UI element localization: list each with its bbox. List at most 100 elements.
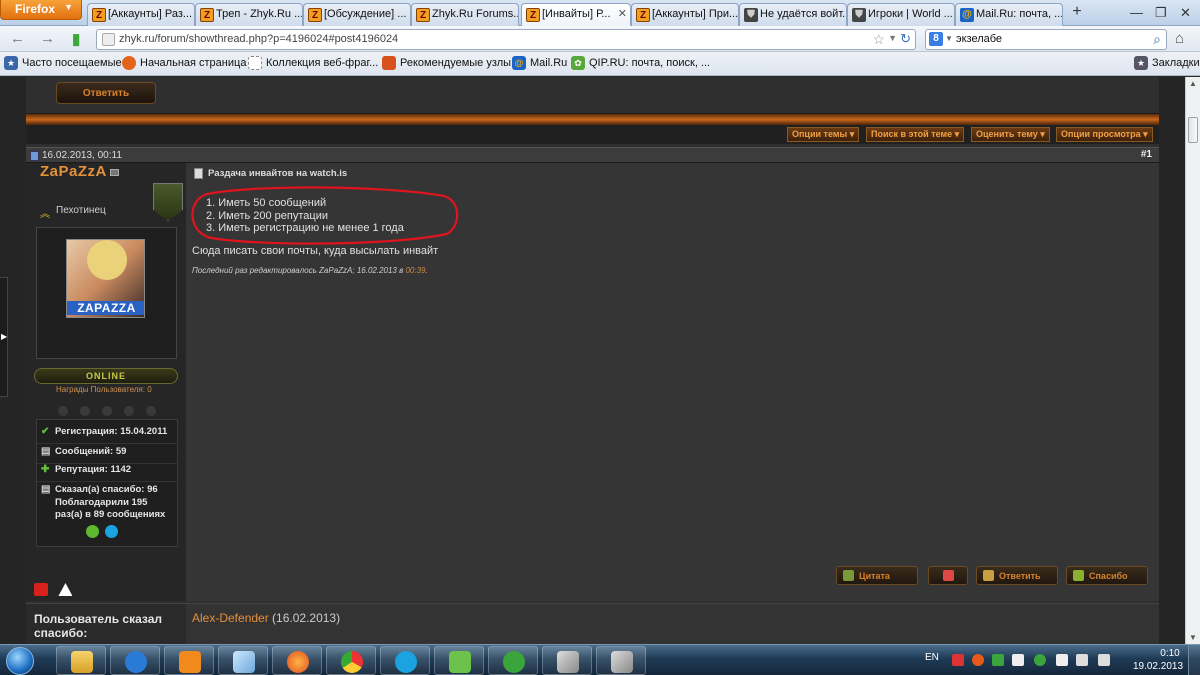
signal-icon[interactable]: ▮ bbox=[72, 30, 80, 48]
online-status-badge: ONLINE bbox=[34, 368, 178, 384]
tray-app-icon[interactable] bbox=[992, 654, 1004, 666]
close-window-icon[interactable]: ✕ bbox=[1180, 5, 1191, 21]
bookmark-home[interactable]: Начальная страница bbox=[122, 56, 247, 70]
taskbar-chrome[interactable] bbox=[326, 646, 376, 675]
page-viewport: ▶ Ответить Опции темы ▾ Поиск в этой тем… bbox=[0, 77, 1185, 644]
username-link[interactable]: ZaPaZzA bbox=[40, 163, 119, 180]
search-thread-menu[interactable]: Поиск в этой теме ▾ bbox=[866, 127, 965, 142]
thanks-button[interactable]: Спасибо bbox=[1066, 566, 1148, 585]
bookmarks-menu[interactable]: ★ Закладки bbox=[1134, 56, 1200, 70]
bookmark-webslices[interactable]: Коллекция веб-фраг... bbox=[248, 56, 379, 70]
report-post-icon[interactable] bbox=[34, 583, 48, 596]
bookmark-suggested[interactable]: Рекомендуемые узлы bbox=[382, 56, 511, 70]
utorrent-icon bbox=[503, 651, 525, 673]
media-player-icon bbox=[179, 651, 201, 673]
taskbar-firefox[interactable] bbox=[272, 646, 322, 675]
avatar[interactable]: ZAPAZZA bbox=[66, 239, 145, 318]
search-bar[interactable]: 8 ▼ экзелабе ⌕ bbox=[925, 29, 1167, 50]
bookmark-label: Начальная страница bbox=[140, 57, 247, 69]
reply-button-top[interactable]: Ответить bbox=[56, 82, 156, 104]
post-number-link[interactable]: #1 bbox=[1141, 149, 1152, 160]
tab-2[interactable]: Z Треп - Zhyk.Ru ... bbox=[195, 3, 303, 26]
bookmark-label: Коллекция веб-фраг... bbox=[266, 57, 379, 69]
site-identity-icon[interactable] bbox=[102, 33, 115, 46]
tray-app-icon[interactable] bbox=[972, 654, 984, 666]
start-button[interactable] bbox=[4, 645, 38, 675]
tab-1[interactable]: Z [Аккаунты] Раз... bbox=[87, 3, 195, 26]
bookmark-frequent[interactable]: ★ Часто посещаемые bbox=[4, 56, 122, 70]
taskbar-utorrent[interactable] bbox=[488, 646, 538, 675]
option-label: Оценить тему bbox=[976, 129, 1038, 139]
vertical-scrollbar[interactable]: ▲ ▼ bbox=[1185, 77, 1200, 644]
tab-7[interactable]: ⛊ Не удаётся войт... bbox=[739, 3, 847, 26]
new-tab-button[interactable]: + bbox=[1067, 3, 1087, 23]
back-icon[interactable]: ← bbox=[10, 30, 25, 47]
reload-icon[interactable]: ↻ bbox=[900, 31, 911, 47]
stat-text: Репутация: 1142 bbox=[55, 464, 132, 475]
scroll-thumb[interactable] bbox=[1188, 117, 1198, 143]
tab-9[interactable]: @ Mail.Ru: почта, ... bbox=[955, 3, 1063, 26]
taskbar-skype[interactable] bbox=[380, 646, 430, 675]
post-date: 16.02.2013, 00:11 bbox=[30, 150, 122, 161]
engine-dropdown-icon[interactable]: ▼ bbox=[945, 34, 953, 43]
taskbar-ie[interactable] bbox=[110, 646, 160, 675]
bookmark-label: QIP.RU: почта, поиск, ... bbox=[589, 57, 711, 69]
zhyk-favicon-icon: Z bbox=[526, 8, 540, 22]
reply-button[interactable]: Ответить bbox=[976, 566, 1058, 585]
taskbar-tool-1[interactable] bbox=[542, 646, 592, 675]
network-icon[interactable] bbox=[1076, 654, 1088, 666]
taskbar-explorer[interactable] bbox=[56, 646, 106, 675]
history-dropdown-icon[interactable]: ▼ bbox=[888, 33, 897, 43]
stat-messages: ▤ Сообщений: 59 bbox=[37, 446, 179, 464]
language-indicator[interactable]: EN bbox=[925, 652, 939, 663]
tray-app-icon[interactable] bbox=[1012, 654, 1024, 666]
scroll-up-icon[interactable]: ▲ bbox=[1189, 79, 1197, 88]
tab-5-active[interactable]: Z [Инвайты] Р... ✕ bbox=[521, 3, 631, 27]
bookmark-mailru[interactable]: @ Mail.Ru bbox=[512, 56, 567, 70]
post-date-text: 16.02.2013, 00:11 bbox=[42, 150, 122, 161]
warning-icon[interactable] bbox=[58, 583, 73, 596]
thanked-user-link[interactable]: Alex-Defender bbox=[192, 611, 269, 625]
tab-3[interactable]: Z [Обсуждение] ... bbox=[303, 3, 411, 26]
google-icon[interactable]: 8 bbox=[929, 32, 943, 46]
restore-icon[interactable]: ❐ bbox=[1155, 5, 1167, 21]
taskbar-app-green[interactable] bbox=[434, 646, 484, 675]
sidebar-toggle-handle[interactable]: ▶ bbox=[0, 277, 8, 397]
search-icon[interactable]: ⌕ bbox=[1153, 31, 1161, 48]
taskbar-media[interactable] bbox=[164, 646, 214, 675]
firefox-menu-button[interactable]: Firefox ▼ bbox=[0, 0, 82, 20]
award-slot-icon bbox=[58, 406, 68, 416]
scroll-down-icon[interactable]: ▼ bbox=[1189, 633, 1197, 642]
rate-thread-menu[interactable]: Оценить тему ▾ bbox=[971, 127, 1050, 142]
tab-4[interactable]: Z Zhyk.Ru Forums... bbox=[411, 3, 519, 26]
forward-icon[interactable]: → bbox=[40, 30, 55, 47]
icq-icon[interactable] bbox=[86, 525, 99, 538]
close-tab-icon[interactable]: ✕ bbox=[618, 7, 627, 20]
window-controls: — ❐ ✕ bbox=[1100, 0, 1200, 26]
display-options-menu[interactable]: Опции просмотра ▾ bbox=[1056, 127, 1153, 142]
tab-6[interactable]: Z [Аккаунты] При... bbox=[631, 3, 739, 26]
minimize-icon[interactable]: — bbox=[1130, 5, 1143, 20]
utorrent-tray-icon[interactable] bbox=[1034, 654, 1046, 666]
tray-app-icon[interactable] bbox=[952, 654, 964, 666]
quote-button[interactable]: Цитата bbox=[836, 566, 918, 585]
bookmark-star-icon[interactable]: ☆ bbox=[872, 31, 885, 48]
taskbar-tool-2[interactable] bbox=[596, 646, 646, 675]
thread-options-menu[interactable]: Опции темы ▾ bbox=[787, 127, 860, 142]
show-desktop-button[interactable] bbox=[1188, 645, 1200, 675]
multiquote-button[interactable] bbox=[928, 566, 968, 585]
stat-text: Регистрация: 15.04.2011 bbox=[55, 426, 168, 437]
home-icon[interactable]: ⌂ bbox=[1175, 30, 1184, 47]
taskbar-app[interactable] bbox=[218, 646, 268, 675]
awards-label[interactable]: Награды Пользователя: 0 bbox=[56, 385, 152, 394]
stat-thanks: ▤ Сказал(а) спасибо: 96 Поблагодарили 19… bbox=[37, 482, 179, 520]
volume-icon[interactable] bbox=[1098, 654, 1110, 666]
skype-icon[interactable] bbox=[105, 525, 119, 538]
bookmark-qip[interactable]: ✿ QIP.RU: почта, поиск, ... bbox=[571, 56, 711, 70]
zhyk-favicon-icon: Z bbox=[200, 8, 214, 22]
tab-label: [Аккаунты] Раз... bbox=[108, 8, 193, 20]
url-bar[interactable]: zhyk.ru/forum/showthread.php?p=4196024#p… bbox=[96, 29, 916, 50]
tab-8[interactable]: ⛊ Игроки | World ... bbox=[847, 3, 955, 26]
tray-app-icon[interactable] bbox=[1056, 654, 1068, 666]
clock-date[interactable]: 19.02.2013 bbox=[1128, 661, 1188, 672]
